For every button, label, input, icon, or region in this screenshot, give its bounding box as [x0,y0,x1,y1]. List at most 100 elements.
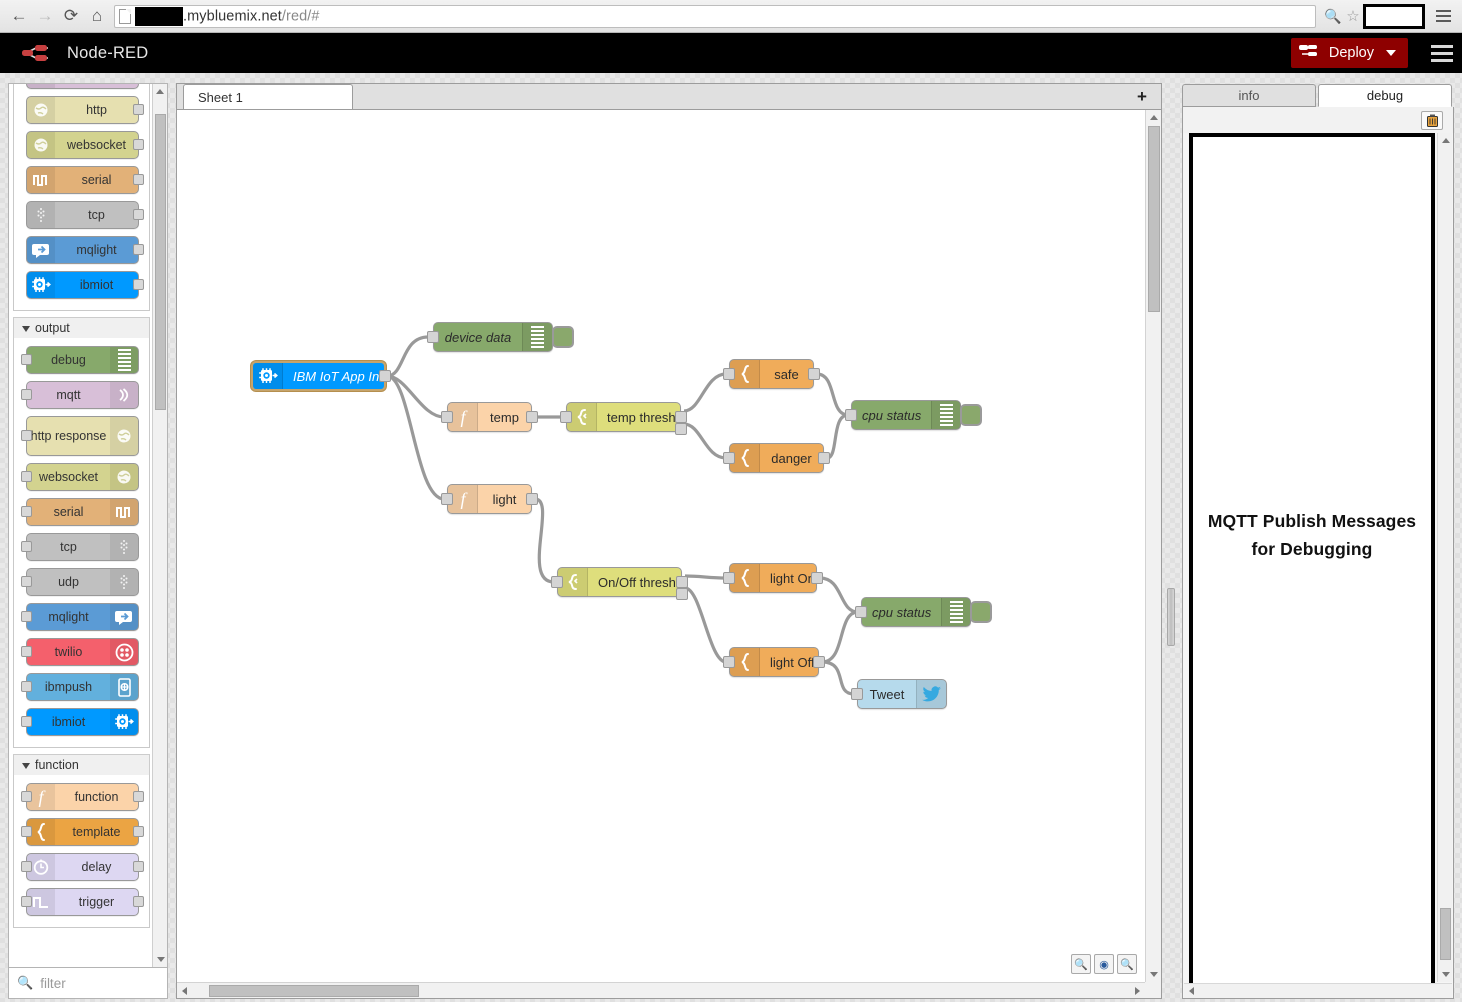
flow-node-input-port[interactable] [845,409,857,421]
palette-node-http[interactable]: http [26,96,144,124]
flow-node-input-port[interactable] [441,411,453,423]
flow-node-input-port[interactable] [723,656,735,668]
palette-node-mqtt[interactable]: mqtt [26,84,139,89]
flow-node-output-port[interactable] [526,411,538,423]
scroll-left-arrow-icon[interactable] [1184,984,1199,999]
back-arrow-icon[interactable]: ← [6,3,32,29]
palette-node-ibmiot[interactable]: ibmiot [26,271,144,299]
flow-node-temp[interactable]: f temp [441,402,538,432]
palette-scroll-area[interactable]: mqtt http websocket serial tcp mqlight ibmiot o… [9,84,167,968]
zoom-reset-icon[interactable]: ◉ [1094,954,1114,974]
palette-node-delay[interactable]: delay [21,853,144,881]
forward-arrow-icon[interactable]: → [32,3,58,29]
canvas-hscroll-thumb[interactable] [209,985,419,997]
flow-node-input-port[interactable] [723,572,735,584]
scroll-up-arrow-icon[interactable] [1146,110,1161,125]
flow-node-input-port[interactable] [427,331,439,343]
scroll-up-arrow-icon[interactable] [153,84,167,99]
palette-node-websocket[interactable]: websocket [21,463,139,491]
flow-node-safe[interactable]: safe [723,359,820,389]
flow-node-tweet[interactable]: Tweet [851,679,947,709]
palette-node-http-response[interactable]: http response [21,416,139,456]
chevron-down-icon[interactable] [1386,50,1396,56]
home-icon[interactable]: ⌂ [84,3,110,29]
reload-icon[interactable]: ⟳ [58,3,84,29]
flow-node-iotin[interactable]: IBM IoT App In [251,361,391,391]
palette-node-tcp[interactable]: tcp [21,533,139,561]
flow-node-lon[interactable]: light On [723,563,823,593]
palette-category-output[interactable]: output [13,317,150,338]
palette-scroll-thumb[interactable] [155,114,166,410]
scroll-left-arrow-icon[interactable] [177,983,192,998]
debug-horizontal-scrollbar[interactable] [1184,983,1452,998]
debug-vscroll-thumb[interactable] [1440,908,1451,960]
url-bar[interactable]: .mybluemix.net/red/# [114,4,1316,28]
zoom-in-icon[interactable]: 🔍 [1117,954,1137,974]
palette-node-serial[interactable]: serial [21,498,139,526]
palette-node-serial[interactable]: serial [26,166,144,194]
star-icon[interactable]: ☆ [1343,7,1363,25]
flow-node-devdata[interactable]: device data [427,322,574,352]
flow-node-danger[interactable]: danger [723,443,830,473]
palette-node-twilio[interactable]: twilio [21,638,139,666]
tab-debug[interactable]: debug [1318,84,1452,107]
canvas-vertical-scrollbar[interactable] [1145,110,1161,982]
scroll-up-arrow-icon[interactable] [1438,133,1453,148]
flow-node-light[interactable]: f light [441,484,538,514]
flow-node-output-port-1[interactable] [676,576,688,588]
flow-node-output-port[interactable] [379,370,391,382]
flow-node-onoff[interactable]: On/Off thresh [551,567,688,600]
flow-node-output-port[interactable] [813,656,825,668]
scroll-down-arrow-icon[interactable] [153,952,167,967]
palette-node-template[interactable]: template [21,818,144,846]
palette-node-debug[interactable]: debug [21,346,139,374]
main-menu-button[interactable] [1422,33,1462,73]
flow-node-input-port[interactable] [723,368,735,380]
palette-node-mqtt[interactable]: mqtt [21,381,139,409]
palette-node-mqlight[interactable]: mqlight [21,603,139,631]
palette-node-udp[interactable]: udp [21,568,139,596]
palette-node-ibmiot[interactable]: ibmiot [21,708,139,736]
flow-node-tthresh[interactable]: temp thresh [560,402,687,435]
deploy-button[interactable]: Deploy [1290,38,1408,68]
plus-icon[interactable]: + [1133,87,1151,106]
flow-canvas[interactable]: IBM IoT App In device data f temp temp thres… [177,110,1145,965]
flow-node-cpu2[interactable]: cpu status [855,597,992,627]
hamburger-menu-icon[interactable] [1430,10,1456,22]
flow-node-output-port-1[interactable] [675,411,687,423]
panel-splitter-handle[interactable] [1167,588,1175,646]
canvas-vscroll-thumb[interactable] [1148,126,1160,312]
flow-node-loff[interactable]: light Off [723,647,825,677]
flow-node-output-port-2[interactable] [676,588,688,600]
flow-node-output-port[interactable] [818,452,830,464]
flow-node-output-port[interactable] [808,368,820,380]
flow-node-input-port[interactable] [441,493,453,505]
palette-node-ibmpush[interactable]: ibmpush [21,673,139,701]
flow-node-input-port[interactable] [855,606,867,618]
trash-icon[interactable] [1421,110,1443,130]
flow-node-input-port[interactable] [560,411,572,423]
debug-message-list[interactable]: MQTT Publish Messages for Debugging [1189,133,1435,988]
palette-node-tcp[interactable]: tcp [26,201,144,229]
scroll-down-arrow-icon[interactable] [1438,967,1453,982]
tab-info[interactable]: info [1182,84,1316,107]
scroll-down-arrow-icon[interactable] [1146,967,1161,982]
debug-vertical-scrollbar[interactable] [1437,133,1452,982]
flow-node-input-port[interactable] [723,452,735,464]
scroll-right-arrow-icon[interactable] [1130,983,1145,998]
palette-node-trigger[interactable]: trigger [21,888,144,916]
zoom-out-icon[interactable]: 🔍 [1071,954,1091,974]
flow-node-cpu1[interactable]: cpu status [845,400,982,430]
palette-node-function[interactable]: f function [21,783,144,811]
flow-node-output-port-2[interactable] [675,423,687,435]
search-icon[interactable]: 🔍 [1323,8,1343,25]
palette-scrollbar[interactable] [152,84,167,967]
flow-node-output-port[interactable] [811,572,823,584]
flow-node-input-port[interactable] [551,576,563,588]
palette-category-function[interactable]: function [13,754,150,775]
palette-node-mqlight[interactable]: mqlight [26,236,144,264]
sheet-tab-1[interactable]: Sheet 1 [183,84,353,109]
palette-node-websocket[interactable]: websocket [26,131,144,159]
flow-node-output-port[interactable] [526,493,538,505]
flow-node-input-port[interactable] [851,688,863,700]
